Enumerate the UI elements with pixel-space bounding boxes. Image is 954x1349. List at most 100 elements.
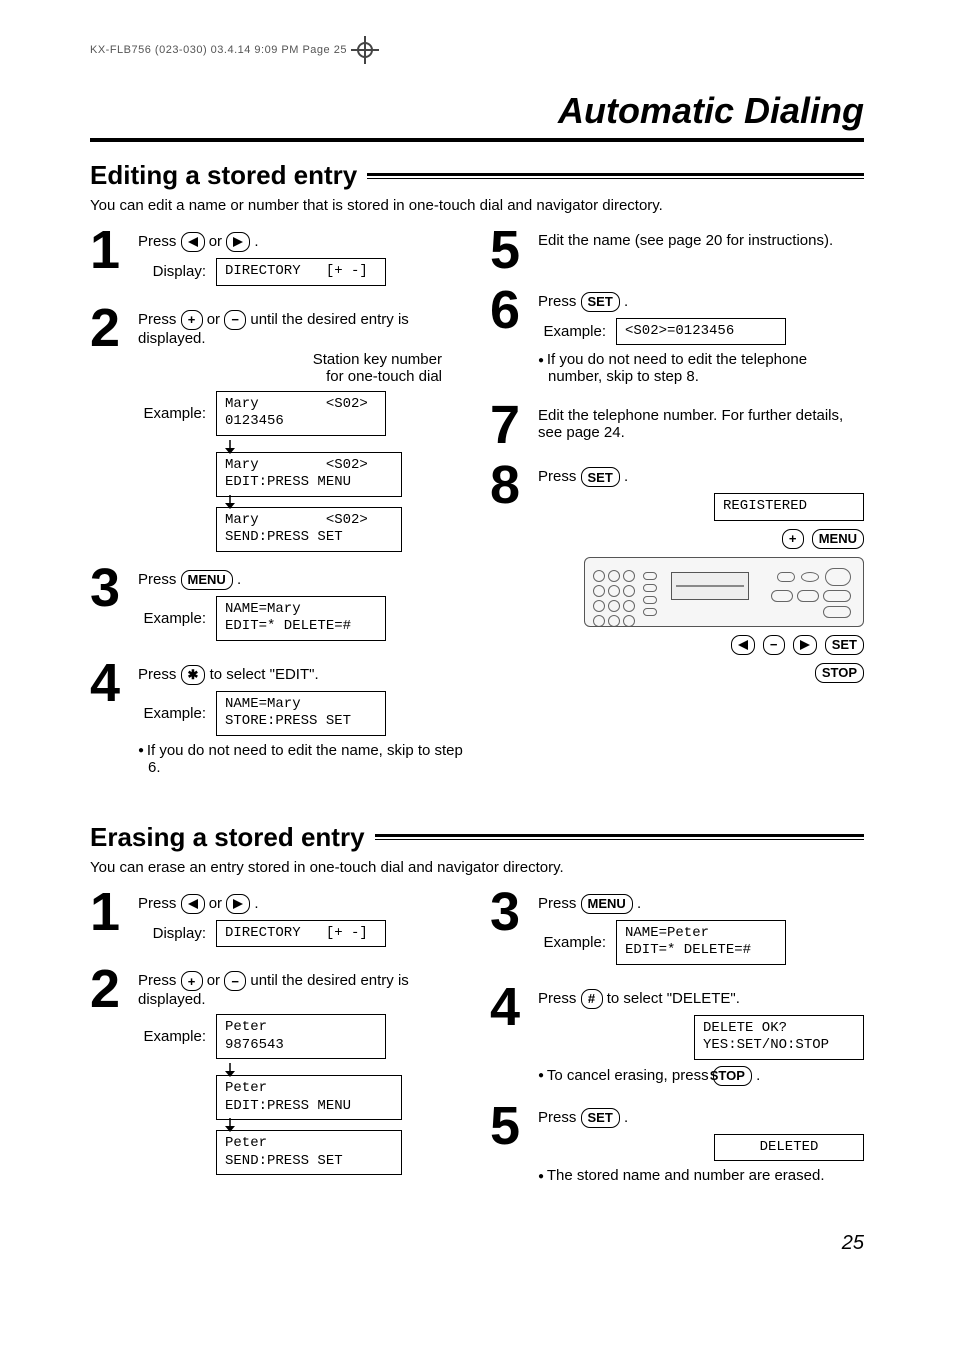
set-key: SET [581,1108,620,1128]
key-legend-row1: + MENU [538,529,864,549]
hash-key: # [581,989,603,1009]
step-text: . [637,894,641,911]
device-illustration [584,557,864,627]
left-arrow-key [731,635,755,655]
step-bullet: If you do not need to edit the telephone… [538,351,864,385]
step-text: . [624,293,628,310]
step-number: 1 [90,890,128,936]
key-legend-row3: STOP [538,663,864,683]
key-legend-row2: − SET [538,635,864,655]
step-text: Press [138,665,181,682]
page-number: 25 [90,1232,864,1255]
lcd-display: NAME=Peter EDIT=* DELETE=# [616,920,786,965]
plus-key: + [782,529,804,549]
step-text: or [207,972,225,989]
right-arrow-key [226,232,250,252]
plus-key: + [181,310,203,330]
bullet-text: . [756,1066,760,1083]
page-section-title: Automatic Dialing [90,90,864,132]
lcd-display: DIRECTORY [+ -] [216,258,386,286]
example-label: Example: [138,405,206,422]
star-key: ✱ [181,665,206,685]
step-text: Press [138,233,181,250]
minus-key: − [224,971,246,991]
step-text: Press [138,972,181,989]
lcd-display: Mary <S02> 0123456 [216,391,386,436]
right-arrow-key [793,635,817,655]
step-number: 6 [490,288,528,334]
step-number: 5 [490,1104,528,1150]
step-text: Press [138,310,181,327]
stop-key: STOP [713,1066,752,1086]
step-text: . [237,570,241,587]
edit-step-2: 2 Press + or − until the desired entry i… [90,306,464,552]
erase-step-4: 4 Press # to select "DELETE". DELETE OK?… [490,985,864,1090]
erasing-title-text: Erasing a stored entry [90,822,365,853]
step-text: Press [538,1108,581,1125]
step-text: Press [138,570,181,587]
step-number: 3 [90,566,128,612]
erase-step-3: 3 Press MENU . Example: NAME=Peter EDIT=… [490,890,864,971]
step-number: 4 [490,985,528,1031]
edit-step-7: 7 Edit the telephone number. For further… [490,403,864,449]
step-bullet: If you do not need to edit the name, ski… [138,742,464,776]
step-bullet: To cancel erasing, press STOP . [538,1066,864,1086]
lcd-display: DELETED [714,1134,864,1162]
step-text: or [209,233,227,250]
step-text: . [254,233,258,250]
set-key: SET [825,635,864,655]
step-number: 4 [90,661,128,707]
menu-key: MENU [812,529,864,549]
lcd-display: <S02>=0123456 [616,318,786,346]
lcd-display: DELETE OK? YES:SET/NO:STOP [694,1015,864,1060]
bullet-text: To cancel erasing, press [547,1066,713,1083]
title-underline [90,138,864,142]
step-text: Press [538,468,581,485]
step-text: to select "EDIT". [210,665,319,682]
erasing-intro: You can erase an entry stored in one-tou… [90,859,864,876]
step-number: 2 [90,306,128,352]
set-key: SET [581,467,620,487]
edit-step-8: 8 Press SET . REGISTERED + MENU [490,463,864,691]
crop-mark-icon [355,40,375,60]
print-header: KX-FLB756 (023-030) 03.4.14 9:09 PM Page… [90,40,864,60]
lcd-display: Mary <S02> SEND:PRESS SET [216,507,402,552]
lcd-display: NAME=Mary EDIT=* DELETE=# [216,596,386,641]
edit-step-3: 3 Press MENU . Example: NAME=Mary EDIT=*… [90,566,464,647]
erase-step-5: 5 Press SET . DELETED The stored name an… [490,1104,864,1189]
editing-title-text: Editing a stored entry [90,160,357,191]
step-text: Edit the name (see page 20 for instructi… [538,232,864,249]
heading-rule [367,173,864,179]
left-arrow-key [181,232,205,252]
menu-key: MENU [181,570,233,590]
step-number: 8 [490,463,528,509]
step-text: . [254,894,258,911]
step-number: 2 [90,967,128,1013]
minus-key: − [224,310,246,330]
station-key-note: Station key number for one-touch dial [138,351,442,385]
step-text: Press [138,894,181,911]
step-text: Press [538,293,581,310]
lcd-display: Peter SEND:PRESS SET [216,1130,402,1175]
step-text: . [624,468,628,485]
step-text: Edit the telephone number. For further d… [538,407,864,441]
example-label: Example: [138,705,206,722]
step-text: Press [538,894,581,911]
step-text: . [624,1108,628,1125]
step-text: or [209,894,227,911]
edit-step-4: 4 Press ✱ to select "EDIT". Example: NAM… [90,661,464,780]
erasing-title: Erasing a stored entry [90,822,864,853]
step-number: 5 [490,228,528,274]
header-text: KX-FLB756 (023-030) 03.4.14 9:09 PM Page… [90,44,347,56]
heading-rule [375,834,864,840]
example-label: Example: [138,610,206,627]
step-number: 3 [490,890,528,936]
lcd-display: Peter 9876543 [216,1014,386,1059]
menu-key: MENU [581,894,633,914]
minus-key: − [763,635,785,655]
display-label: Display: [138,925,206,942]
lcd-display: DIRECTORY [+ -] [216,920,386,948]
lcd-display: NAME=Mary STORE:PRESS SET [216,691,386,736]
step-number: 7 [490,403,528,449]
step-text: or [207,310,225,327]
